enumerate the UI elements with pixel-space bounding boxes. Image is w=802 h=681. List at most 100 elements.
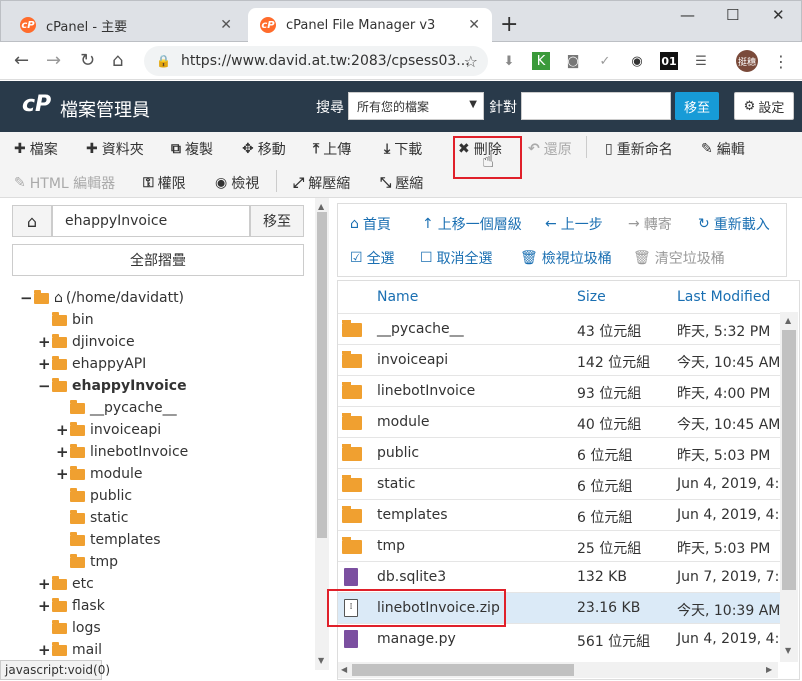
move-button[interactable]: ✥ 移動 <box>242 139 286 159</box>
expand-icon[interactable]: + <box>56 465 69 483</box>
expand-icon[interactable]: + <box>56 421 69 439</box>
settings-button[interactable]: ⚙ 設定 <box>734 92 794 120</box>
table-row[interactable]: db.sqlite3 132 KB Jun 7, 2019, 7:0 <box>338 561 788 592</box>
tree-item[interactable]: templates <box>20 529 188 551</box>
tree-item[interactable]: + djinvoice <box>20 331 188 353</box>
tree-item[interactable]: + etc <box>20 573 188 595</box>
tree-item[interactable]: + flask <box>20 595 188 617</box>
tree-item[interactable]: + module <box>20 463 188 485</box>
tree-item[interactable]: − ehappyInvoice <box>20 375 188 397</box>
tree-item[interactable]: + mail <box>20 639 188 661</box>
extension-k-icon[interactable]: K <box>532 52 550 70</box>
cpanel-logo[interactable]: cP <box>22 92 51 117</box>
tree-item[interactable]: public <box>20 485 188 507</box>
tree-item[interactable]: − ⌂ (/home/davidatt) <box>20 287 188 309</box>
goto-button[interactable]: 移至 <box>250 205 304 237</box>
edit-button[interactable]: ✎ 編輯 <box>701 139 745 159</box>
collapse-all-button[interactable]: 全部摺疊 <box>12 244 304 276</box>
home-link[interactable]: ⌂ 首頁 <box>350 214 391 234</box>
scroll-left-icon[interactable]: ◀ <box>341 665 347 674</box>
tree-item[interactable]: tmp <box>20 551 188 573</box>
reload-icon[interactable]: ↻ <box>80 50 95 71</box>
expand-icon[interactable]: + <box>38 597 51 615</box>
collapse-icon[interactable]: − <box>20 289 33 307</box>
path-input[interactable]: ehappyInvoice <box>52 205 250 237</box>
reload-link[interactable]: ↻ 重新載入 <box>698 214 770 234</box>
close-icon[interactable]: ✕ <box>468 17 480 33</box>
table-row[interactable]: __pycache__ 43 位元組 昨天, 5:32 PM <box>338 313 780 344</box>
collapse-icon[interactable]: − <box>38 377 51 395</box>
upload-button[interactable]: ⤒ 上傳 <box>313 139 351 159</box>
close-icon[interactable]: ✕ <box>220 17 232 33</box>
search-scope-select[interactable]: 所有您的檔案 ▼ <box>348 92 484 120</box>
star-icon[interactable]: ☆ <box>464 52 478 71</box>
tab-cpanel-main[interactable]: cP cPanel - 主要 ✕ <box>8 8 244 42</box>
copy-button[interactable]: ⧉ 複製 <box>171 139 213 159</box>
scroll-down-icon[interactable]: ▼ <box>318 656 324 665</box>
close-window-icon[interactable]: ✕ <box>772 6 785 24</box>
extract-button[interactable]: ⤢ 解壓縮 <box>293 173 350 193</box>
view-button[interactable]: ◉ 檢視 <box>215 173 259 193</box>
back-icon[interactable]: ← <box>14 50 29 71</box>
table-row[interactable]: module 40 位元組 今天, 10:45 AM <box>338 406 780 437</box>
tree-item[interactable]: + invoiceapi <box>20 419 188 441</box>
new-tab-icon[interactable]: + <box>500 12 518 37</box>
table-row[interactable]: static 6 位元組 Jun 4, 2019, 4:2 <box>338 468 788 499</box>
forward-link[interactable]: → 轉寄 <box>628 214 672 234</box>
empty-trash-link[interactable]: 🗑 清空垃圾桶 <box>633 248 725 268</box>
table-vertical-scrollbar-thumb[interactable] <box>782 330 796 590</box>
html-editor-button[interactable]: ✎ HTML 編輯器 <box>14 173 115 193</box>
up-level-link[interactable]: ↑ 上移一個層級 <box>422 214 522 234</box>
compress-button[interactable]: ⤡ 壓縮 <box>380 173 423 193</box>
new-folder-button[interactable]: ✚ 資料夾 <box>86 139 144 159</box>
search-go-button[interactable]: 移至 <box>675 92 719 120</box>
column-header-size[interactable]: Size <box>577 289 606 305</box>
tree-item[interactable]: bin <box>20 309 188 331</box>
home-icon[interactable]: ⌂ <box>112 50 123 71</box>
list-extension-icon[interactable]: ☰ <box>692 52 710 70</box>
forward-icon[interactable]: → <box>46 50 61 71</box>
rename-button[interactable]: ▯ 重新命名 <box>605 139 673 159</box>
camera-icon[interactable]: ◙ <box>564 52 582 70</box>
column-header-modified[interactable]: Last Modified <box>677 289 770 305</box>
maximize-icon[interactable]: ☐ <box>726 6 739 24</box>
menu-icon[interactable]: ⋮ <box>772 52 790 71</box>
tree-item[interactable]: + ehappyAPI <box>20 353 188 375</box>
expand-icon[interactable]: + <box>38 641 51 659</box>
select-all-link[interactable]: ☑ 全選 <box>350 248 395 268</box>
minimize-icon[interactable]: — <box>680 6 695 24</box>
download-button[interactable]: ⤓ 下載 <box>384 139 422 159</box>
tree-item[interactable]: + linebotInvoice <box>20 441 188 463</box>
expand-icon[interactable]: + <box>38 355 51 373</box>
new-file-button[interactable]: ✚ 檔案 <box>14 139 58 159</box>
permissions-button[interactable]: ⚿ 權限 <box>143 173 186 193</box>
search-input[interactable] <box>521 92 671 120</box>
restore-button[interactable]: ↶ 還原 <box>528 139 572 159</box>
tab-file-manager[interactable]: cP cPanel File Manager v3 ✕ <box>248 8 492 42</box>
tree-item[interactable]: logs <box>20 617 188 639</box>
view-trash-link[interactable]: 🗑 檢視垃圾桶 <box>520 248 612 268</box>
expand-icon[interactable]: + <box>56 443 69 461</box>
tree-item[interactable]: static <box>20 507 188 529</box>
table-row[interactable]: manage.py 561 位元組 Jun 4, 2019, 4:2 <box>338 623 788 654</box>
table-row[interactable]: tmp 25 位元組 昨天, 5:03 PM <box>338 530 780 561</box>
scroll-down-icon[interactable]: ▼ <box>785 646 791 655</box>
unselect-all-link[interactable]: ☐ 取消全選 <box>420 248 493 268</box>
table-row[interactable]: public 6 位元組 昨天, 5:03 PM <box>338 437 780 468</box>
check-icon[interactable]: ✓ <box>596 52 614 70</box>
table-horizontal-scrollbar-thumb[interactable] <box>352 664 574 676</box>
back-link[interactable]: ← 上一步 <box>545 214 603 234</box>
expand-icon[interactable]: + <box>38 333 51 351</box>
home-button[interactable]: ⌂ <box>12 205 52 237</box>
url-field[interactable]: 🔒 https://www.david.at.tw:2083/cpsess03.… <box>144 46 488 76</box>
column-header-name[interactable]: Name <box>377 289 418 305</box>
extension-01-icon[interactable]: 01 <box>660 52 678 70</box>
expand-icon[interactable]: + <box>38 575 51 593</box>
scroll-up-icon[interactable]: ▲ <box>318 202 324 211</box>
download-icon[interactable]: ⬇ <box>500 52 518 70</box>
table-row[interactable]: invoiceapi 142 位元組 今天, 10:45 AM <box>338 344 780 375</box>
scroll-up-icon[interactable]: ▲ <box>785 316 791 325</box>
media-icon[interactable]: ◉ <box>628 52 646 70</box>
table-row[interactable]: templates 6 位元組 Jun 4, 2019, 4:2 <box>338 499 788 530</box>
tree-item[interactable]: __pycache__ <box>20 397 188 419</box>
